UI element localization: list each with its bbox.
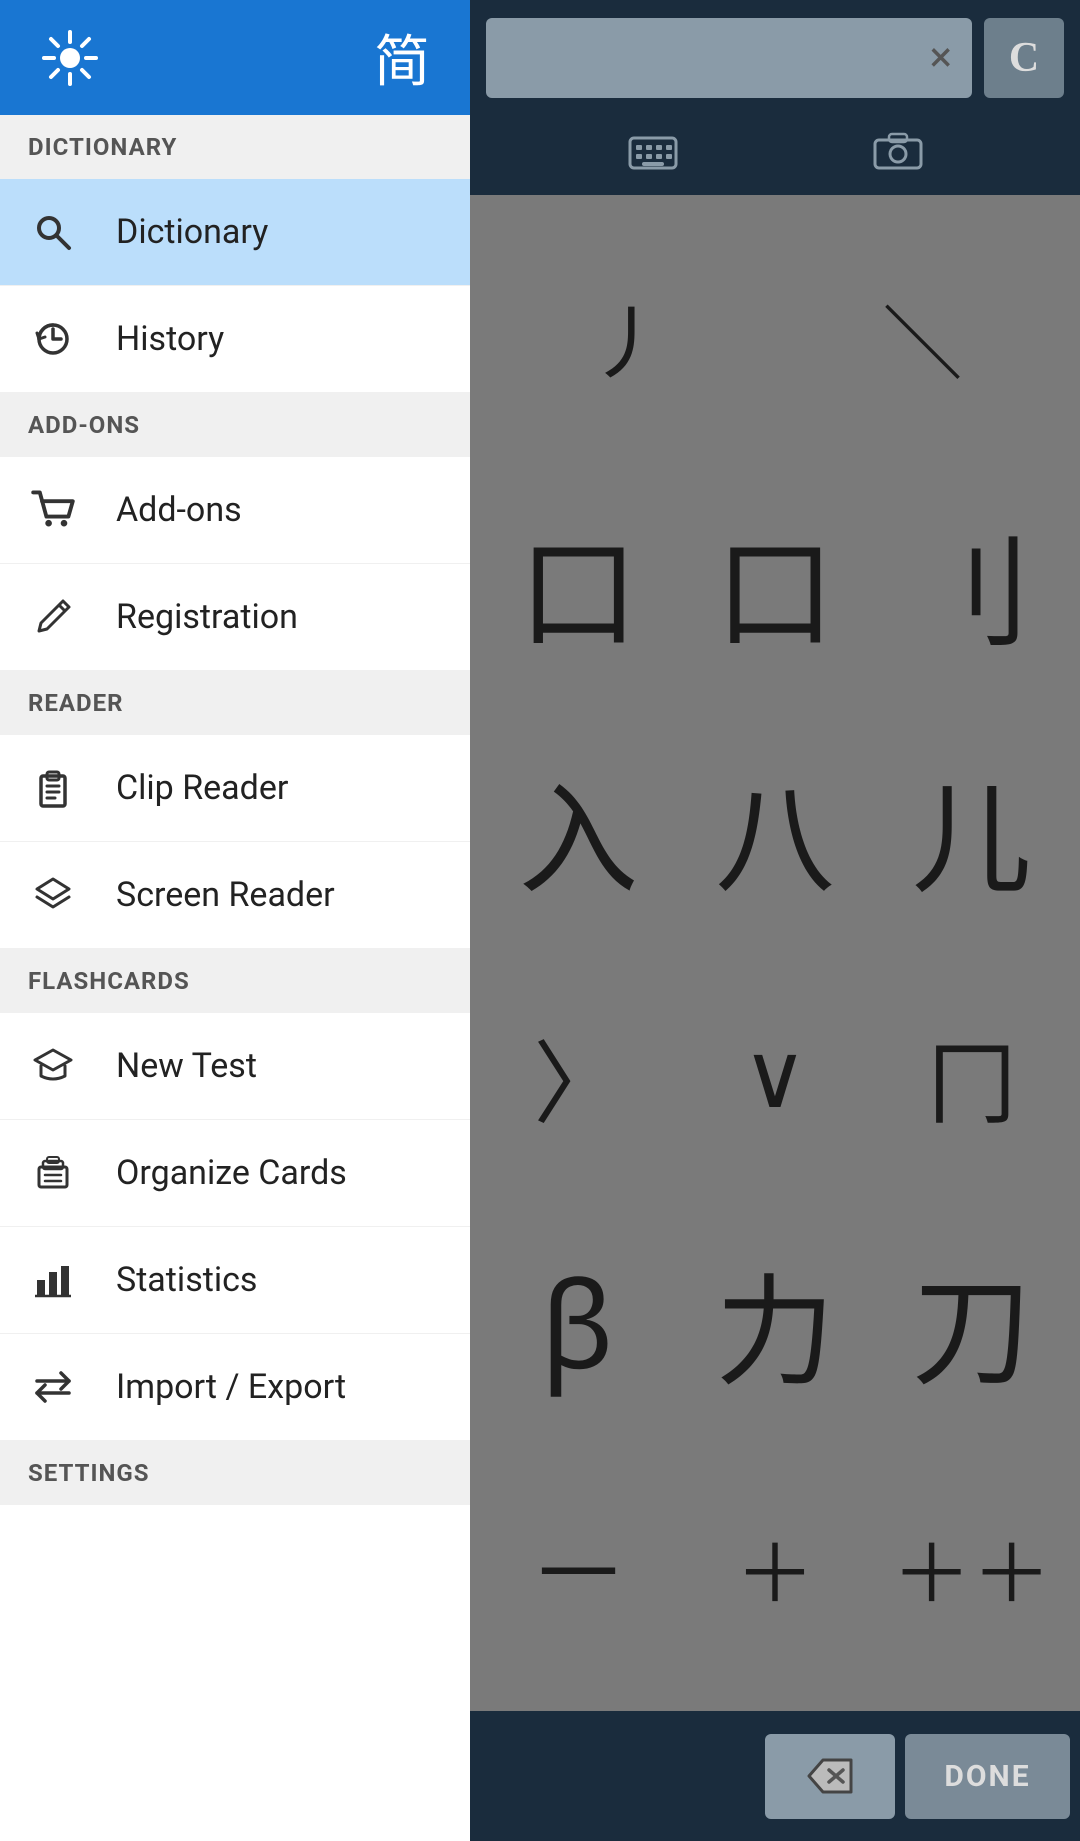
- menu-item-clip-reader-label: Clip Reader: [116, 768, 288, 808]
- menu-item-statistics[interactable]: Statistics: [0, 1227, 470, 1334]
- char-cell[interactable]: 刂: [892, 509, 1052, 659]
- char-cell[interactable]: 口: [498, 509, 658, 659]
- char-row-3: 〉 ∨ 冂: [480, 1001, 1070, 1151]
- right-panel: × C: [470, 0, 1080, 1841]
- char-row-0: 丿 ＼: [480, 263, 1070, 413]
- char-cell[interactable]: 八: [695, 755, 855, 905]
- history-icon: [28, 314, 78, 364]
- char-grid: 丿 ＼ 口 口 刂 入 八 儿 〉 ∨ 冂 ꞵ 力 刀 一 ＋ ＋＋: [470, 195, 1080, 1711]
- menu-item-registration[interactable]: Registration: [0, 564, 470, 671]
- char-cell[interactable]: 一: [498, 1493, 658, 1643]
- arrows-icon: [28, 1362, 78, 1412]
- char-cell[interactable]: ꞵ: [498, 1247, 658, 1397]
- char-cell[interactable]: 冂: [892, 1001, 1052, 1151]
- sidebar-header: 简: [0, 0, 470, 115]
- char-cell[interactable]: 丿: [548, 263, 708, 413]
- pen-icon: [28, 592, 78, 642]
- chinese-char: 简: [374, 17, 430, 98]
- menu-item-organize-cards-label: Organize Cards: [116, 1153, 347, 1193]
- char-row-1: 口 口 刂: [480, 509, 1070, 659]
- char-row-2: 入 八 儿: [480, 755, 1070, 905]
- bottom-bar: DONE: [470, 1711, 1080, 1841]
- clipboard-icon: [28, 763, 78, 813]
- char-cell[interactable]: ∨: [695, 1001, 855, 1151]
- keyboard-icon[interactable]: [628, 129, 678, 181]
- search-box[interactable]: ×: [486, 18, 972, 98]
- menu-item-addons-label: Add-ons: [116, 490, 242, 530]
- menu-item-addons[interactable]: Add-ons: [0, 457, 470, 564]
- char-cell[interactable]: ＋: [695, 1493, 855, 1643]
- section-flashcards: FLASHCARDS: [0, 949, 470, 1013]
- c-button[interactable]: C: [984, 18, 1064, 98]
- search-icon: [28, 207, 78, 257]
- char-cell[interactable]: ＋＋: [892, 1493, 1052, 1643]
- char-cell[interactable]: 口: [695, 509, 855, 659]
- char-cell[interactable]: 入: [498, 755, 658, 905]
- menu-item-history-label: History: [116, 319, 224, 359]
- menu-item-screen-reader-label: Screen Reader: [116, 875, 335, 915]
- menu-item-history[interactable]: History: [0, 286, 470, 393]
- menu-item-registration-label: Registration: [116, 597, 298, 637]
- sidebar: 简 DICTIONARY Dictionary History ADD-ONS: [0, 0, 470, 1841]
- section-reader: READER: [0, 671, 470, 735]
- menu-item-dictionary-label: Dictionary: [116, 212, 268, 252]
- close-icon[interactable]: ×: [930, 33, 952, 82]
- menu-item-statistics-label: Statistics: [116, 1260, 257, 1300]
- section-dictionary: DICTIONARY: [0, 115, 470, 179]
- icon-row: [470, 115, 1080, 195]
- menu-item-organize-cards[interactable]: Organize Cards: [0, 1120, 470, 1227]
- backspace-button[interactable]: [765, 1734, 895, 1819]
- menu-item-import-export[interactable]: Import / Export: [0, 1334, 470, 1441]
- sun-icon: [40, 28, 100, 88]
- char-cell[interactable]: ＼: [843, 263, 1003, 413]
- done-button[interactable]: DONE: [905, 1734, 1070, 1819]
- char-cell[interactable]: 力: [695, 1247, 855, 1397]
- menu-item-new-test-label: New Test: [116, 1046, 257, 1086]
- camera-icon[interactable]: [873, 129, 923, 181]
- char-cell[interactable]: 刀: [892, 1247, 1052, 1397]
- char-row-5: 一 ＋ ＋＋: [480, 1493, 1070, 1643]
- menu-item-dictionary[interactable]: Dictionary: [0, 179, 470, 286]
- bar-chart-icon: [28, 1255, 78, 1305]
- char-row-4: ꞵ 力 刀: [480, 1247, 1070, 1397]
- stack-icon: [28, 1148, 78, 1198]
- menu-item-new-test[interactable]: New Test: [0, 1013, 470, 1120]
- char-cell[interactable]: 〉: [498, 1001, 658, 1151]
- layers-icon: [28, 870, 78, 920]
- menu-item-screen-reader[interactable]: Screen Reader: [0, 842, 470, 949]
- menu-item-import-export-label: Import / Export: [116, 1367, 346, 1407]
- top-bar: × C: [470, 0, 1080, 115]
- menu-item-clip-reader[interactable]: Clip Reader: [0, 735, 470, 842]
- char-cell[interactable]: 儿: [892, 755, 1052, 905]
- cart-icon: [28, 485, 78, 535]
- section-settings: SETTINGS: [0, 1441, 470, 1505]
- graduation-icon: [28, 1041, 78, 1091]
- section-addons: ADD-ONS: [0, 393, 470, 457]
